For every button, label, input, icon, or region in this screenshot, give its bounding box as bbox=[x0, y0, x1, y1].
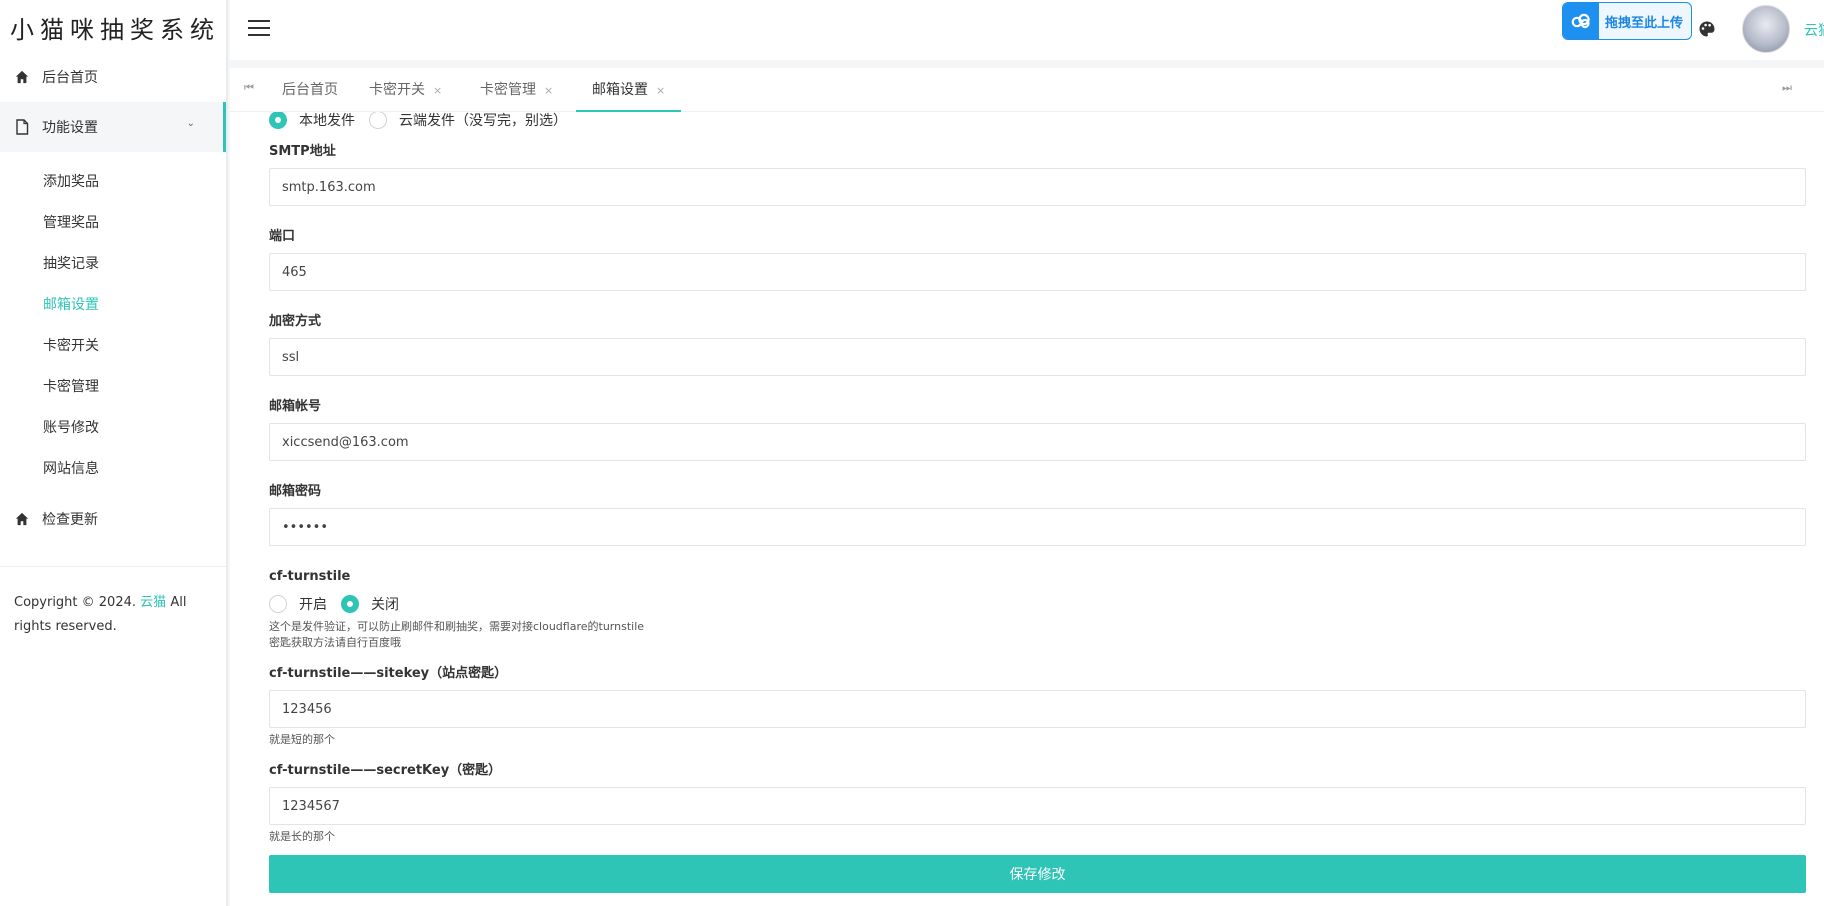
sidebar-item-label: 后台首页 bbox=[42, 70, 98, 86]
close-icon[interactable]: × bbox=[544, 84, 553, 97]
radio-label: 本地发件 bbox=[299, 113, 355, 129]
avatar[interactable] bbox=[1742, 5, 1790, 53]
close-icon[interactable]: × bbox=[433, 84, 442, 97]
sidebar-item-account-edit[interactable]: 账号修改 bbox=[0, 408, 226, 449]
tab-label: 后台首页 bbox=[282, 82, 338, 98]
turnstile-on-radio[interactable] bbox=[269, 595, 287, 613]
turnstile-hint-2: 密匙获取方法请自行百度哦 bbox=[269, 636, 401, 649]
main-content: 本地发件 云端发件（没写完，别选） SMTP地址 端口 加密方式 邮箱帐号 邮箱… bbox=[230, 112, 1824, 906]
password-input[interactable] bbox=[269, 508, 1806, 546]
sidebar-item-home[interactable]: 后台首页 bbox=[0, 52, 226, 102]
close-icon[interactable]: × bbox=[656, 84, 665, 97]
send-mode-group: 本地发件 云端发件（没写完，别选） bbox=[269, 112, 1806, 131]
port-label: 端口 bbox=[269, 229, 296, 244]
copyright-prefix: Copyright © 2024. bbox=[14, 595, 137, 610]
tab-label: 卡密开关 bbox=[369, 82, 425, 98]
radio-label: 关闭 bbox=[371, 597, 399, 613]
secretkey-hint: 就是长的那个 bbox=[269, 830, 335, 843]
tab-scroll-right-icon[interactable]: ⏭ bbox=[1782, 81, 1792, 95]
tab-bar: ⏮ 后台首页 卡密开关 × 卡密管理 × 邮箱设置 × ⏭ bbox=[230, 68, 1824, 112]
tab-label: 邮箱设置 bbox=[592, 82, 648, 98]
turnstile-label: cf-turnstile bbox=[269, 569, 351, 584]
turnstile-off-radio[interactable] bbox=[341, 595, 359, 613]
tab-card-switch[interactable]: 卡密开关 × bbox=[369, 68, 442, 112]
tab-label: 卡密管理 bbox=[480, 82, 536, 98]
smtp-input[interactable] bbox=[269, 168, 1806, 206]
home-icon bbox=[12, 67, 32, 87]
send-mode-local-radio[interactable] bbox=[269, 112, 287, 129]
mail-settings-form: 本地发件 云端发件（没写完，别选） SMTP地址 端口 加密方式 邮箱帐号 邮箱… bbox=[269, 112, 1806, 893]
encryption-input[interactable] bbox=[269, 338, 1806, 376]
sidebar: 小猫咪抽奖系统 后台首页 功能设置 ⌄ 添加奖品 管理奖品 抽奖记录 邮箱设置 … bbox=[0, 0, 228, 906]
upload-button[interactable]: 拖拽至此上传 bbox=[1562, 2, 1692, 40]
sitekey-hint: 就是短的那个 bbox=[269, 733, 335, 746]
sidebar-item-check-update[interactable]: 检查更新 bbox=[0, 494, 226, 544]
turnstile-group: 开启 关闭 bbox=[269, 593, 1806, 615]
sidebar-item-draw-records[interactable]: 抽奖记录 bbox=[0, 244, 226, 285]
cloud-icon bbox=[1563, 3, 1599, 39]
sidebar-item-mail-settings[interactable]: 邮箱设置 bbox=[0, 285, 226, 326]
sidebar-item-add-prize[interactable]: 添加奖品 bbox=[0, 162, 226, 203]
copyright-link[interactable]: 云猫 bbox=[140, 595, 166, 610]
account-label: 邮箱帐号 bbox=[269, 399, 322, 414]
sidebar-item-features[interactable]: 功能设置 ⌄ bbox=[0, 102, 226, 152]
tab-scroll-left-icon[interactable]: ⏮ bbox=[244, 81, 254, 95]
radio-label: 开启 bbox=[299, 597, 327, 613]
chevron-down-icon: ⌄ bbox=[186, 118, 195, 129]
copyright: Copyright © 2024. 云猫 All rights reserved… bbox=[0, 567, 226, 663]
menu-toggle-icon[interactable] bbox=[248, 20, 270, 38]
sitekey-input[interactable] bbox=[269, 690, 1806, 728]
account-input[interactable] bbox=[269, 423, 1806, 461]
sidebar-item-manage-prize[interactable]: 管理奖品 bbox=[0, 203, 226, 244]
sidebar-item-card-switch[interactable]: 卡密开关 bbox=[0, 326, 226, 367]
secretkey-label: cf-turnstile——secretKey（密匙） bbox=[269, 763, 502, 778]
port-input[interactable] bbox=[269, 253, 1806, 291]
radio-label: 云端发件（没写完，别选） bbox=[399, 113, 567, 129]
sitekey-label: cf-turnstile——sitekey（站点密匙） bbox=[269, 666, 508, 681]
tab-mail-settings[interactable]: 邮箱设置 × bbox=[576, 68, 682, 112]
sidebar-item-site-info[interactable]: 网站信息 bbox=[0, 449, 226, 490]
sidebar-item-label: 检查更新 bbox=[42, 512, 98, 528]
topbar: 拖拽至此上传 云猫 bbox=[230, 0, 1824, 60]
password-label: 邮箱密码 bbox=[269, 484, 322, 499]
file-icon bbox=[12, 117, 32, 137]
upload-label: 拖拽至此上传 bbox=[1605, 15, 1684, 31]
smtp-label: SMTP地址 bbox=[269, 144, 336, 159]
brand-title: 小猫咪抽奖系统 bbox=[10, 16, 220, 44]
secretkey-input[interactable] bbox=[269, 787, 1806, 825]
sidebar-item-label: 功能设置 bbox=[42, 120, 98, 136]
encryption-label: 加密方式 bbox=[269, 314, 322, 329]
username[interactable]: 云猫 bbox=[1804, 20, 1824, 40]
save-button[interactable]: 保存修改 bbox=[269, 855, 1806, 893]
send-mode-cloud-radio[interactable] bbox=[369, 112, 387, 129]
sidebar-submenu: 添加奖品 管理奖品 抽奖记录 邮箱设置 卡密开关 卡密管理 账号修改 网站信息 bbox=[0, 152, 226, 494]
palette-icon[interactable] bbox=[1698, 20, 1716, 38]
tab-home[interactable]: 后台首页 bbox=[282, 68, 338, 112]
turnstile-hint: 这个是发件验证，可以防止刷邮件和刷抽奖，需要对接cloudflare的turns… bbox=[269, 620, 645, 633]
home-icon bbox=[12, 509, 32, 529]
sidebar-item-card-manage[interactable]: 卡密管理 bbox=[0, 367, 226, 408]
tab-card-manage[interactable]: 卡密管理 × bbox=[480, 68, 553, 112]
